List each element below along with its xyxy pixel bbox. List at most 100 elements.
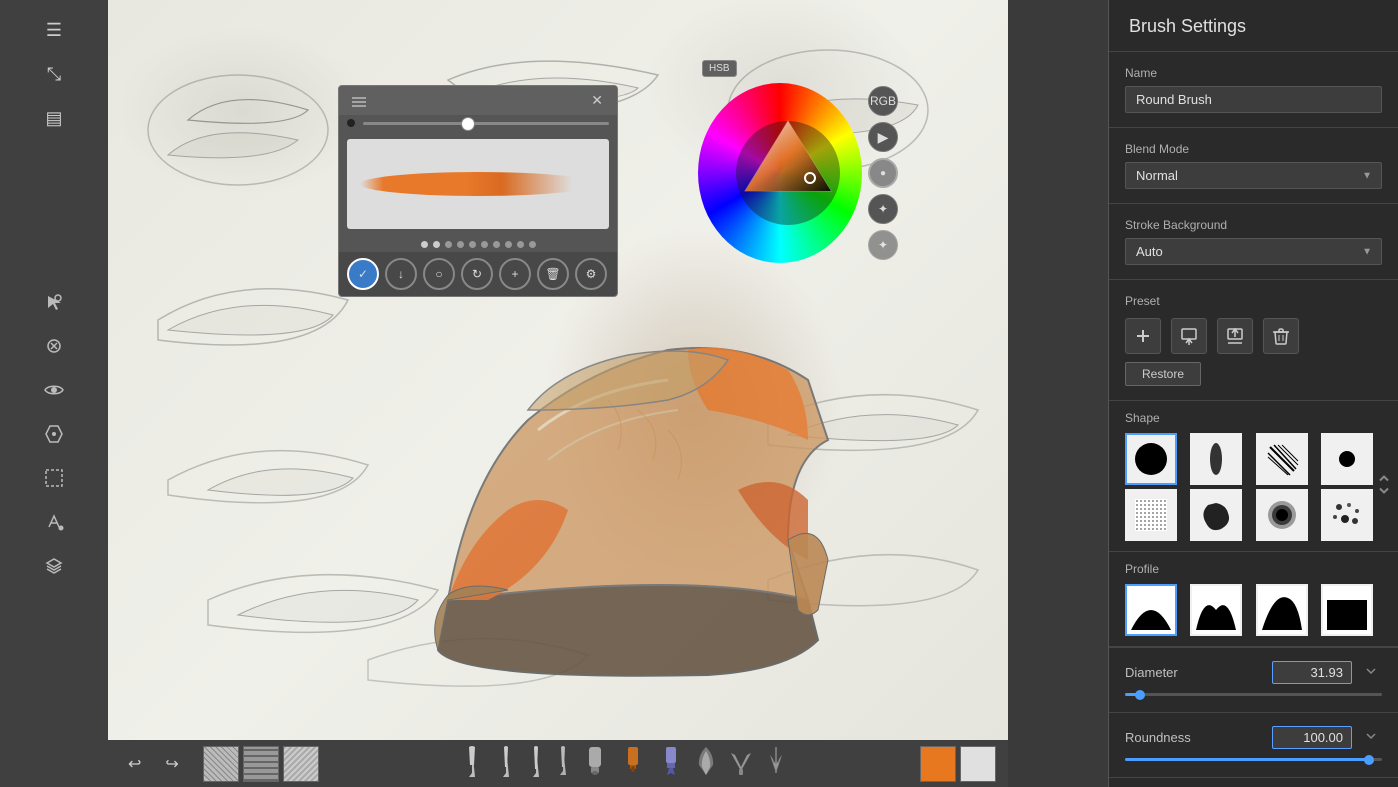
blend-mode-wrapper: Normal Multiply Screen Overlay Darken Li…: [1125, 162, 1382, 189]
dot-6: [481, 241, 488, 248]
frame-icon[interactable]: [36, 460, 72, 496]
roundness-header: Roundness: [1125, 725, 1382, 750]
shape-round-circle[interactable]: [1125, 433, 1177, 485]
brush-tool-10[interactable]: [763, 743, 789, 785]
dot-1: [421, 241, 428, 248]
export-preset-button[interactable]: [1217, 318, 1253, 354]
shape-blob[interactable]: [1190, 489, 1242, 541]
blend-mode-label: Blend Mode: [1125, 142, 1382, 156]
preset-section: Preset: [1109, 280, 1398, 400]
diameter-expand-button[interactable]: [1360, 660, 1382, 685]
dot-7: [493, 241, 500, 248]
texture-swatch-3[interactable]: [283, 746, 319, 782]
settings-button[interactable]: ⚙: [575, 258, 607, 290]
preset-label: Preset: [1125, 294, 1382, 308]
roundness-input[interactable]: [1272, 726, 1352, 749]
close-color-picker-button[interactable]: ✕: [585, 90, 609, 111]
dot-8: [505, 241, 512, 248]
brush-tools: [335, 743, 912, 785]
brush-tool-3[interactable]: [525, 743, 547, 785]
stroke-bg-wrapper: Auto None White Black ▼: [1125, 238, 1382, 265]
profile-1[interactable]: [1125, 584, 1177, 636]
blend-mode-section: Blend Mode Normal Multiply Screen Overla…: [1109, 128, 1398, 203]
circle-select-button[interactable]: ○: [423, 258, 455, 290]
brush-size-slider[interactable]: [363, 122, 609, 125]
roundness-slider[interactable]: [1125, 758, 1382, 761]
canvas-area[interactable]: ✕ ✓ ↓ ○ ↻ +: [108, 0, 1008, 740]
brush-name-input[interactable]: [1125, 86, 1382, 113]
shape-scroll-button[interactable]: [1376, 473, 1392, 502]
profile-4[interactable]: [1321, 584, 1373, 636]
blend-mode-select[interactable]: Normal Multiply Screen Overlay Darken Li…: [1125, 162, 1382, 189]
brush-tool-6[interactable]: [617, 743, 649, 785]
down-arrow-button[interactable]: ↓: [385, 258, 417, 290]
select-tool-icon[interactable]: [36, 284, 72, 320]
delete-preset-button[interactable]: [1263, 318, 1299, 354]
undo-button[interactable]: ↩: [120, 750, 149, 778]
shape-small-circle[interactable]: [1321, 433, 1373, 485]
dot-2: [433, 241, 440, 248]
panel-title: Brush Settings: [1109, 0, 1398, 52]
secondary-color-swatch[interactable]: [960, 746, 996, 782]
profile-section: Profile: [1109, 552, 1398, 646]
diameter-slider[interactable]: [1125, 693, 1382, 696]
plus-button[interactable]: +: [499, 258, 531, 290]
bottom-toolbar: ↩ ↪: [108, 740, 1008, 787]
shape-grid: [1125, 433, 1382, 541]
brush-stroke-preview: [360, 172, 596, 196]
shape-fuzzy[interactable]: [1256, 489, 1308, 541]
brush-tool-7[interactable]: [655, 743, 687, 785]
texture-swatch-2[interactable]: [243, 746, 279, 782]
fill-icon[interactable]: [36, 416, 72, 452]
shape-texture[interactable]: [1125, 489, 1177, 541]
picker-toolbar: ✓ ↓ ○ ↻ + 🗑 ⚙: [339, 252, 617, 296]
shape-dots[interactable]: [1321, 489, 1373, 541]
transform-icon[interactable]: [36, 328, 72, 364]
brush-tool-1[interactable]: [457, 743, 487, 785]
check-tool-button[interactable]: ✓: [347, 258, 379, 290]
texture-swatches: [203, 746, 319, 782]
shape-label: Shape: [1125, 411, 1382, 425]
shape-bristle[interactable]: [1256, 433, 1308, 485]
profile-2[interactable]: [1190, 584, 1242, 636]
collapse-icon[interactable]: ⤡: [36, 56, 72, 92]
roundness-slider-thumb: [1364, 755, 1374, 765]
rotate-button[interactable]: ↻: [461, 258, 493, 290]
layers-icon[interactable]: [36, 548, 72, 584]
slider-thumb: [461, 117, 475, 131]
diameter-input[interactable]: [1272, 661, 1352, 684]
paint-bucket-icon[interactable]: [36, 504, 72, 540]
brush-tool-5[interactable]: [579, 743, 611, 785]
brush-tool-4[interactable]: [553, 743, 573, 785]
profile-label: Profile: [1125, 562, 1382, 576]
texture-swatch-1[interactable]: [203, 746, 239, 782]
brush-tool-2[interactable]: [493, 743, 519, 785]
left-sidebar: ☰ ⤡ ▤: [0, 0, 108, 787]
stroke-bg-select[interactable]: Auto None White Black: [1125, 238, 1382, 265]
diameter-header: Diameter: [1125, 660, 1382, 685]
color-wheel[interactable]: [698, 83, 862, 263]
restore-button[interactable]: Restore: [1125, 362, 1201, 386]
menu-icon[interactable]: ☰: [36, 12, 72, 48]
profile-3[interactable]: [1256, 584, 1308, 636]
color-wheel-container[interactable]: HSB: [698, 60, 898, 260]
name-section: Name: [1109, 52, 1398, 127]
right-panel: Brush Settings Name Blend Mode Normal Mu…: [1108, 0, 1398, 787]
trash-button[interactable]: 🗑: [537, 258, 569, 290]
extra-button[interactable]: ✦: [868, 230, 898, 260]
feather-section: Feather: [1109, 777, 1398, 787]
preset-buttons: [1125, 318, 1382, 354]
eye-icon[interactable]: [36, 372, 72, 408]
roundness-expand-button[interactable]: [1360, 725, 1382, 750]
shape-oval[interactable]: [1190, 433, 1242, 485]
book-icon[interactable]: ▤: [36, 100, 72, 136]
roundness-label: Roundness: [1125, 730, 1191, 745]
diameter-slider-thumb: [1135, 690, 1145, 700]
add-preset-button[interactable]: [1125, 318, 1161, 354]
brush-tool-8[interactable]: [693, 743, 719, 785]
redo-button[interactable]: ↪: [157, 750, 186, 778]
hsb-mode-button[interactable]: HSB: [702, 60, 737, 77]
primary-color-swatch[interactable]: [920, 746, 956, 782]
brush-tool-9[interactable]: [725, 743, 757, 785]
import-preset-button[interactable]: [1171, 318, 1207, 354]
